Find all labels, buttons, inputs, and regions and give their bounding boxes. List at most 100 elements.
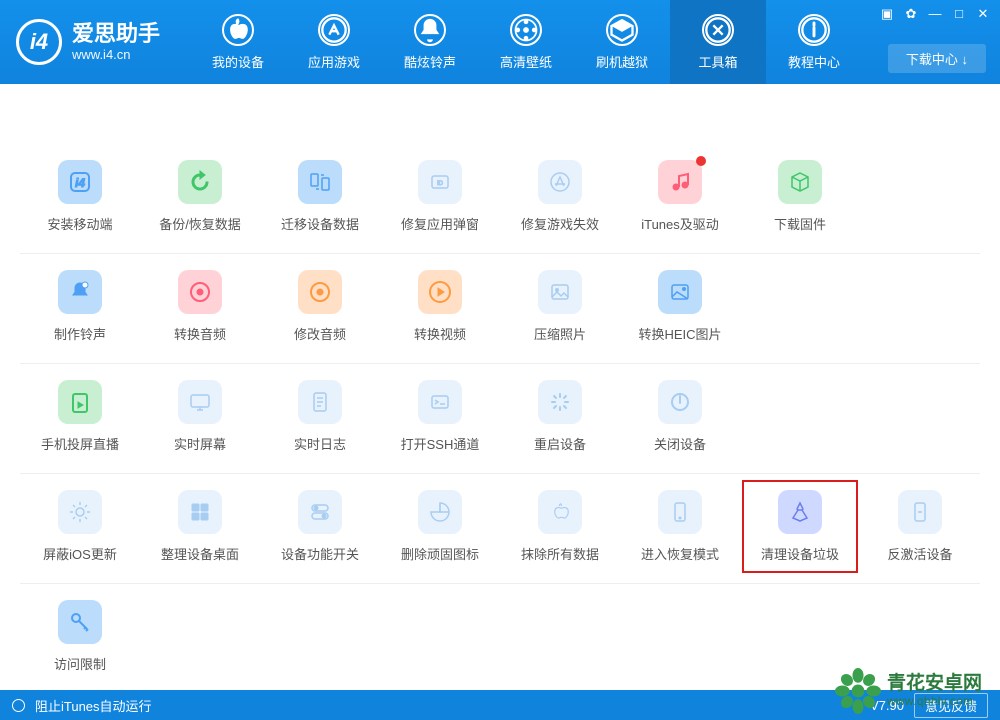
logo-icon: i4	[16, 19, 62, 65]
tool-label: 压缩照片	[534, 324, 586, 343]
header: i4 爱思助手 www.i4.cn 我的设备应用游戏 酷炫铃声 高清壁纸 刷机越狱 工具…	[0, 0, 1000, 84]
apple-icon	[222, 14, 254, 46]
tool-toggles[interactable]: 设备功能开关	[260, 490, 380, 563]
nav-bar: 我的设备应用游戏 酷炫铃声 高清壁纸 刷机越狱 工具箱 教程中心	[190, 0, 862, 84]
tool-label: 删除顽固图标	[401, 544, 479, 563]
tool-label: 下载固件	[774, 214, 826, 233]
tool-clean[interactable]: 清理设备垃圾	[740, 490, 860, 563]
music-icon	[658, 160, 702, 204]
disc-icon	[298, 270, 342, 314]
nav-wallpaper[interactable]: 高清壁纸	[478, 0, 574, 84]
tool-label: 实时屏幕	[174, 434, 226, 453]
tool-heic[interactable]: 转换HEIC图片	[620, 270, 740, 343]
tool-label: 关闭设备	[654, 434, 706, 453]
tool-label: 进入恢复模式	[641, 544, 719, 563]
app-url: www.i4.cn	[72, 47, 160, 62]
shirt-icon[interactable]: ▣	[878, 6, 896, 21]
apple2-icon	[538, 490, 582, 534]
loading-icon	[538, 380, 582, 424]
tool-label: 迁移设备数据	[281, 214, 359, 233]
tool-label: 转换HEIC图片	[638, 324, 721, 343]
cube-icon	[778, 160, 822, 204]
tool-play[interactable]: 转换视频	[380, 270, 500, 343]
nav-jailbreak[interactable]: 刷机越狱	[574, 0, 670, 84]
tool-label: 反激活设备	[887, 544, 952, 563]
nav-label: 应用游戏	[308, 52, 360, 71]
tool-logo[interactable]: i4 安装移动端	[20, 160, 140, 233]
minimize-icon[interactable]: —	[926, 6, 944, 21]
nav-tools[interactable]: 工具箱	[670, 0, 766, 84]
tool-row: 手机投屏直播 实时屏幕 实时日志打开SSH通道 重启设备关闭设备	[20, 364, 980, 474]
tool-label: 打开SSH通道	[401, 434, 480, 453]
appleid-icon: ID	[418, 160, 462, 204]
svg-text:i4: i4	[75, 176, 85, 190]
nav-app[interactable]: 应用游戏	[286, 0, 382, 84]
tool-gear[interactable]: 屏蔽iOS更新	[20, 490, 140, 563]
play-icon	[418, 270, 462, 314]
tool-apple2[interactable]: 抹除所有数据	[500, 490, 620, 563]
nav-label: 刷机越狱	[596, 52, 648, 71]
tool-key[interactable]: 访问限制	[20, 600, 140, 673]
tool-label: 手机投屏直播	[41, 434, 119, 453]
tool-doc[interactable]: 实时日志	[260, 380, 380, 453]
tool-restore[interactable]: 备份/恢复数据	[140, 160, 260, 233]
key-icon	[58, 600, 102, 644]
wallpaper-icon	[510, 14, 542, 46]
download-center-button[interactable]: 下载中心 ↓	[888, 44, 986, 73]
nav-label: 高清壁纸	[500, 52, 552, 71]
phone-icon	[658, 490, 702, 534]
tool-label: 抹除所有数据	[521, 544, 599, 563]
tool-label: 转换视频	[414, 324, 466, 343]
power-icon	[658, 380, 702, 424]
close-icon[interactable]: ✕	[974, 6, 992, 21]
app-title: 爱思助手	[72, 22, 160, 46]
app-logo: i4 爱思助手 www.i4.cn	[16, 19, 160, 65]
nav-apple[interactable]: 我的设备	[190, 0, 286, 84]
tool-appstore[interactable]: 修复游戏失效	[500, 160, 620, 233]
tool-phone2[interactable]: 反激活设备	[860, 490, 980, 563]
tool-monitor[interactable]: 实时屏幕	[140, 380, 260, 453]
tool-label: 屏蔽iOS更新	[43, 544, 117, 563]
tool-ssh[interactable]: 打开SSH通道	[380, 380, 500, 453]
info-icon	[798, 14, 830, 46]
tool-transfer[interactable]: 迁移设备数据	[260, 160, 380, 233]
tool-label: 整理设备桌面	[161, 544, 239, 563]
watermark-logo-icon	[835, 668, 881, 714]
tool-loading[interactable]: 重启设备	[500, 380, 620, 453]
tool-image[interactable]: 压缩照片	[500, 270, 620, 343]
toggles-icon	[298, 490, 342, 534]
nav-bell[interactable]: 酷炫铃声	[382, 0, 478, 84]
tool-music[interactable]: iTunes及驱动	[620, 160, 740, 233]
tool-grid[interactable]: 整理设备桌面	[140, 490, 260, 563]
tool-label: 修复游戏失效	[521, 214, 599, 233]
monitor-icon	[178, 380, 222, 424]
jailbreak-icon	[606, 14, 638, 46]
tool-power[interactable]: 关闭设备	[620, 380, 740, 453]
maximize-icon[interactable]: □	[950, 6, 968, 21]
tool-phone[interactable]: 进入恢复模式	[620, 490, 740, 563]
tool-cube[interactable]: 下载固件	[740, 160, 860, 233]
tools-grid: i4 安装移动端 备份/恢复数据迁移设备数据 ID修复应用弹窗修复游戏失效 iTunes…	[0, 84, 1000, 680]
settings-icon[interactable]: ✿	[902, 6, 920, 21]
radio-icon[interactable]	[12, 699, 25, 712]
tool-disc[interactable]: 修改音频	[260, 270, 380, 343]
tool-pie[interactable]: 删除顽固图标	[380, 490, 500, 563]
itunes-block-label[interactable]: 阻止iTunes自动运行	[35, 696, 152, 715]
tool-row: 屏蔽iOS更新 整理设备桌面 设备功能开关删除顽固图标 抹除所有数据 进入恢复模式 清理设…	[20, 474, 980, 584]
tool-appleid[interactable]: ID修复应用弹窗	[380, 160, 500, 233]
nav-label: 工具箱	[699, 52, 738, 71]
tool-row: i4 安装移动端 备份/恢复数据迁移设备数据 ID修复应用弹窗修复游戏失效 iTunes…	[20, 144, 980, 254]
logo-icon: i4	[58, 160, 102, 204]
clean-icon	[778, 490, 822, 534]
tool-bell2[interactable]: 制作铃声	[20, 270, 140, 343]
tool-cast[interactable]: 手机投屏直播	[20, 380, 140, 453]
bell-icon	[414, 14, 446, 46]
nav-info[interactable]: 教程中心	[766, 0, 862, 84]
tool-disc[interactable]: 转换音频	[140, 270, 260, 343]
ssh-icon	[418, 380, 462, 424]
appstore-icon	[538, 160, 582, 204]
tools-icon	[702, 14, 734, 46]
nav-label: 酷炫铃声	[404, 52, 456, 71]
tool-label: 安装移动端	[47, 214, 112, 233]
disc-icon	[178, 270, 222, 314]
